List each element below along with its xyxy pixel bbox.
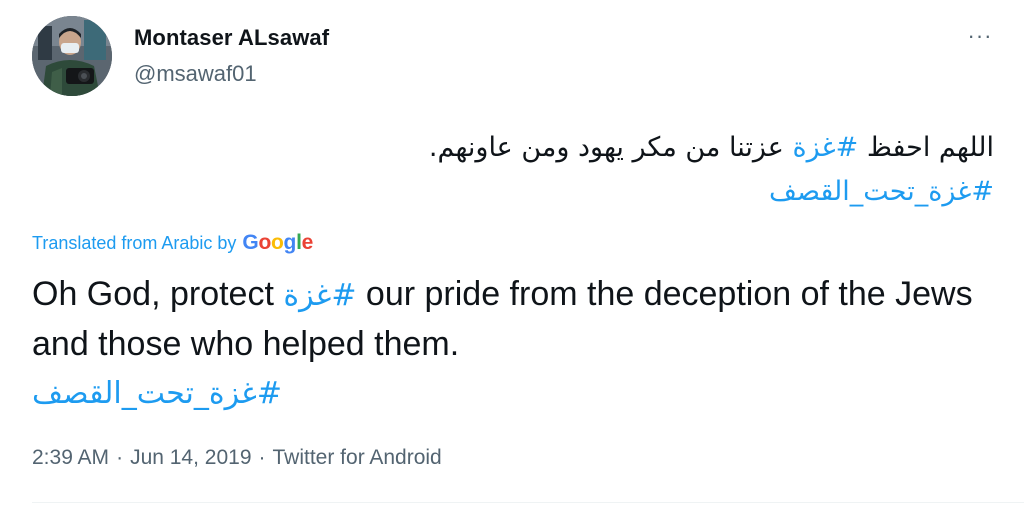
divider [32, 502, 1024, 503]
tweet-metadata: 2:39 AM · Jun 14, 2019 · Twitter for Android [32, 446, 442, 470]
tweet-card: Montaser ALsawaf @msawaf01 ··· اللهم احف… [0, 0, 1024, 507]
hashtag-link[interactable]: #غزة_تحت_القصف [32, 376, 282, 411]
author-handle[interactable]: @msawaf01 [134, 61, 257, 87]
avatar-image [32, 16, 112, 96]
google-logo: Google [242, 231, 313, 254]
tweet-source[interactable]: Twitter for Android [273, 446, 442, 469]
more-horizontal-icon: ··· [967, 23, 993, 48]
meta-separator: · [116, 446, 124, 469]
translation-text-before: Oh God, protect [32, 275, 284, 313]
meta-separator: · [258, 446, 266, 469]
tweet-time[interactable]: 2:39 AM [32, 446, 109, 469]
translation-attribution[interactable]: Translated from Arabic by Google [32, 231, 313, 255]
hashtag-link[interactable]: #غزة_تحت_القصف [769, 176, 994, 207]
tweet-translated-text: Oh God, protect #غزة our pride from the … [32, 270, 992, 418]
original-text-prefix: اللهم احفظ [858, 132, 994, 163]
tweet-date[interactable]: Jun 14, 2019 [130, 446, 251, 469]
tweet-original-text: اللهم احفظ #غزة عزتنا من مكر يهود ومن عا… [94, 126, 994, 214]
original-text-middle: عزتنا من مكر يهود ومن عاونهم. [428, 132, 793, 163]
hashtag-link[interactable]: #غزة [792, 132, 858, 163]
avatar[interactable] [32, 16, 112, 96]
author-display-name[interactable]: Montaser ALsawaf [134, 25, 329, 51]
translation-label: Translated from Arabic by [32, 232, 237, 253]
hashtag-link[interactable]: #غزة [283, 278, 356, 313]
more-options-button[interactable]: ··· [960, 22, 1000, 50]
